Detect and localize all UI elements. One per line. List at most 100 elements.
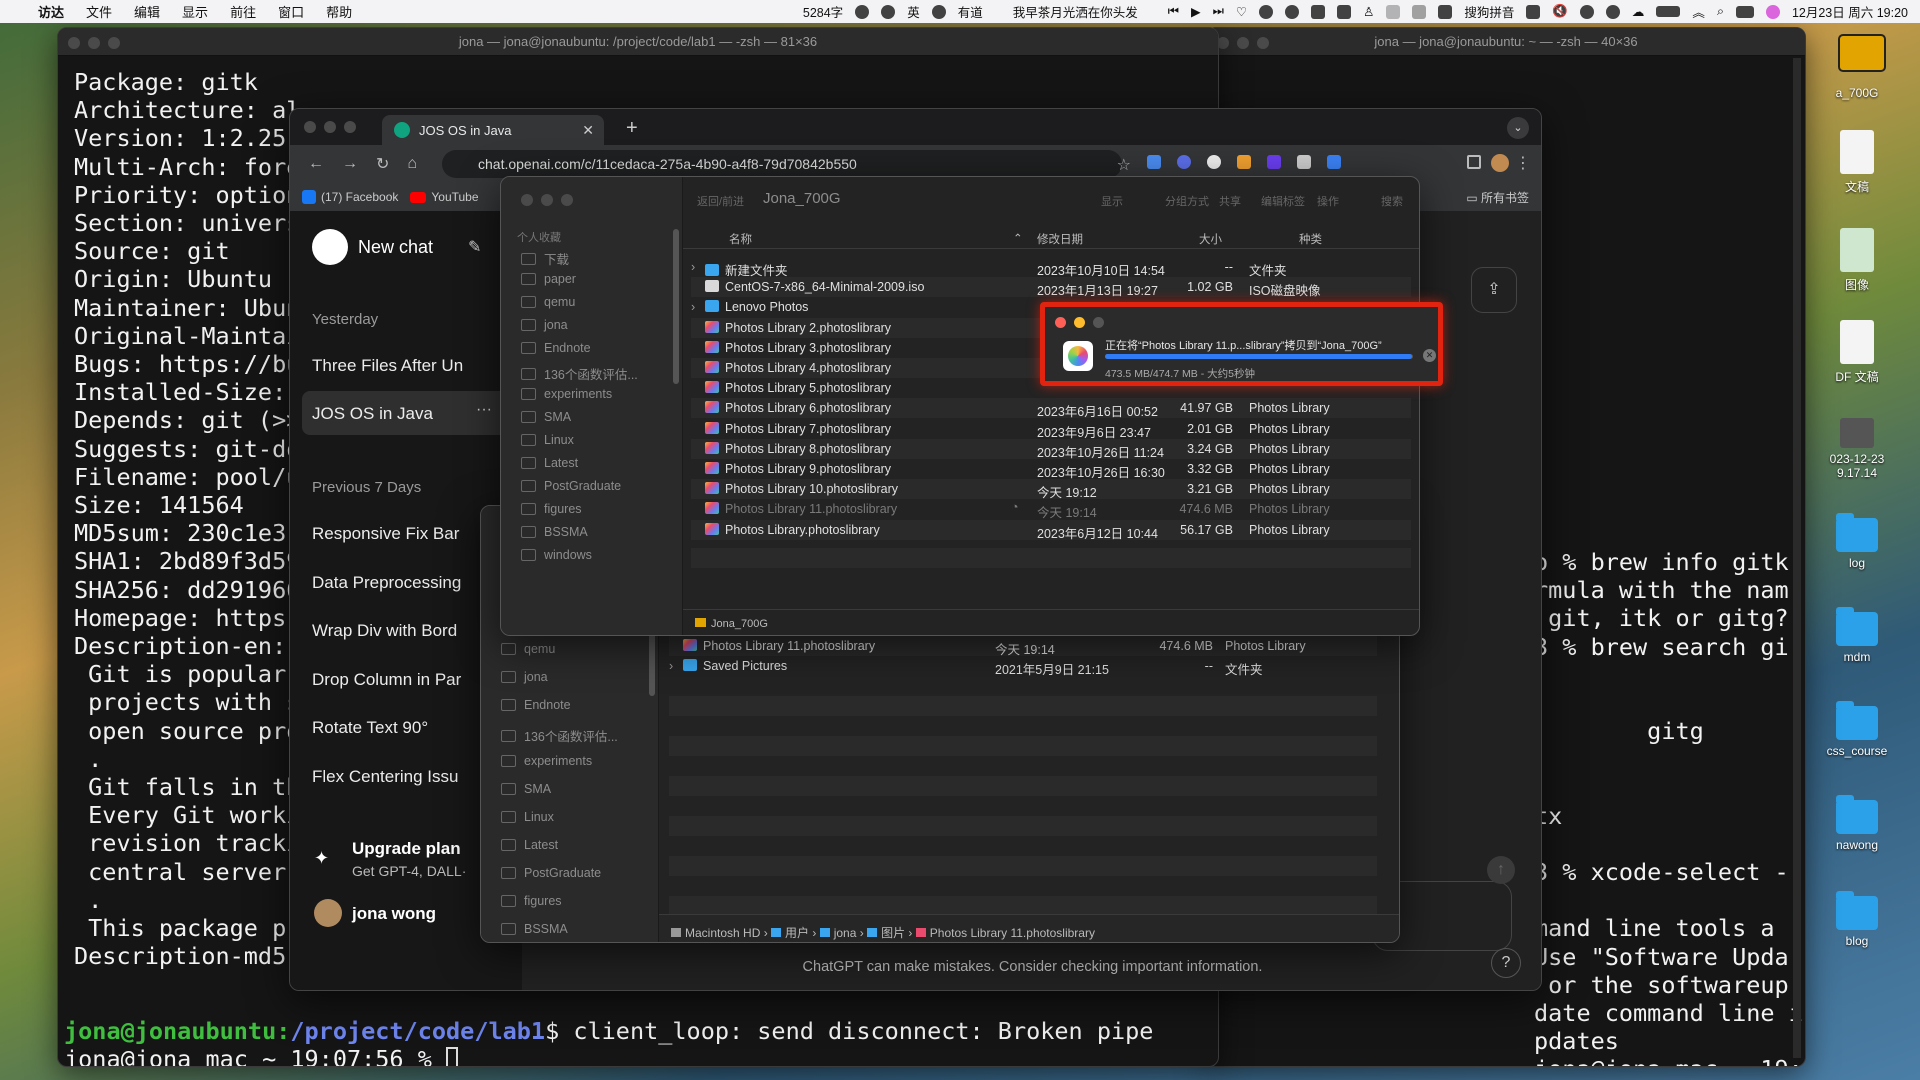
minimize-button[interactable] — [541, 194, 553, 206]
extension-icon[interactable] — [1327, 155, 1341, 169]
control-center-icon[interactable] — [1735, 5, 1754, 18]
sidebar-item[interactable]: 136个函数评估... — [521, 364, 638, 383]
copy-progress-dialog[interactable]: 正在将“Photos Library 11.p...slibrary”拷贝到“J… — [1040, 302, 1443, 386]
sidebar-item[interactable]: jona — [501, 670, 548, 684]
tab-strip[interactable]: JOS OS in Java ✕ + ⌄ — [290, 109, 1541, 145]
desktop-item-pdf[interactable]: DF 文稿 — [1822, 320, 1892, 385]
siri-icon[interactable] — [1765, 4, 1780, 19]
bookmark-facebook[interactable]: (17) Facebook — [302, 190, 398, 204]
play-icon[interactable]: ▶ — [1191, 4, 1201, 19]
desktop-item-screenshot[interactable]: 023-12-23 9.17.14 — [1822, 418, 1892, 480]
clock-datetime[interactable]: 12月23日 周六 19:20 — [1792, 2, 1908, 21]
column-date[interactable]: 修改日期 — [1037, 231, 1083, 247]
now-playing-song[interactable]: 我早茶月光洒在你头发 — [1013, 2, 1138, 21]
menu-help[interactable]: 帮助 — [326, 2, 352, 21]
menu-file[interactable]: 文件 — [86, 2, 112, 21]
drive-icon[interactable] — [1838, 34, 1886, 72]
upgrade-plan-button[interactable]: Upgrade plan — [352, 839, 461, 859]
toolbar-tags-button[interactable]: 编辑标签 — [1261, 193, 1305, 209]
chat-history-item[interactable]: Drop Column in Par — [312, 670, 497, 690]
minimize-button[interactable] — [88, 37, 100, 49]
sidebar-item[interactable]: experiments — [501, 754, 592, 768]
desktop-folder-css-course[interactable]: css_course — [1822, 701, 1892, 758]
sidebar-item[interactable]: experiments — [521, 387, 612, 401]
sidebar-item[interactable]: Linux — [501, 810, 554, 824]
all-bookmarks[interactable]: ▭ 所有书签 — [1466, 189, 1529, 206]
send-icon[interactable]: ↑ — [1487, 856, 1515, 884]
minimize-button[interactable] — [1074, 317, 1085, 328]
face-icon[interactable] — [855, 4, 870, 19]
new-tab-button[interactable]: + — [626, 117, 638, 140]
sidebar-item[interactable]: qemu — [521, 295, 575, 309]
close-button[interactable] — [1055, 317, 1066, 328]
sort-chevron-icon[interactable]: ⌃ — [1013, 231, 1023, 245]
zoom-button[interactable] — [108, 37, 120, 49]
more-menu-icon[interactable]: ⋮ — [1515, 153, 1531, 173]
finder-window-front[interactable]: 个人收藏 下载 paper qemu jona Endnote 136个函数评估... ex… — [500, 176, 1420, 636]
sidebar-item[interactable]: Endnote — [521, 341, 591, 355]
sidebar-item[interactable]: PostGraduate — [521, 479, 621, 493]
sogou-label[interactable]: 搜狗拼音 — [1464, 2, 1514, 21]
sidebar-item[interactable]: BSSMA — [501, 922, 568, 936]
tab-active[interactable]: JOS OS in Java ✕ — [382, 115, 604, 145]
user-name[interactable]: jona wong — [352, 904, 436, 924]
stop-copy-icon[interactable]: ✕ — [1423, 349, 1436, 362]
battery-icon[interactable] — [1656, 6, 1681, 17]
desktop-item-images[interactable]: 图像 — [1822, 228, 1892, 293]
column-kind[interactable]: 种类 — [1299, 231, 1322, 247]
menu-app-name[interactable]: 访达 — [38, 2, 64, 21]
grammarly-icon[interactable] — [931, 4, 946, 19]
user-circle-icon[interactable] — [1605, 4, 1620, 19]
file-row[interactable]: Photos Library 8.photoslibrary 2023年10月26… — [691, 438, 1411, 460]
next-track-icon[interactable]: ⏭ — [1213, 4, 1224, 19]
toolbar-search-button[interactable]: 搜索 — [1381, 193, 1403, 209]
play-circle-icon[interactable] — [1579, 4, 1594, 19]
close-button[interactable] — [68, 37, 80, 49]
file-row[interactable]: Photos Library 11.photoslibrary 今天 19:14 4… — [669, 636, 1377, 657]
extension-icon[interactable] — [1177, 155, 1191, 169]
wechat-icon[interactable] — [1311, 4, 1326, 19]
menu-edit[interactable]: 编辑 — [134, 2, 160, 21]
sidebar-item[interactable]: windows — [521, 548, 592, 562]
sidebar-item[interactable]: Endnote — [501, 698, 571, 712]
music-icon[interactable] — [1259, 4, 1274, 19]
sidebar-scrollbar[interactable] — [673, 229, 679, 384]
minimize-button[interactable] — [324, 121, 336, 133]
column-size[interactable]: 大小 — [1199, 231, 1222, 247]
file-row[interactable]: Photos Library 10.photoslibrary 今天 19:12 3… — [691, 479, 1411, 500]
sidebar-item[interactable]: qemu — [501, 642, 555, 656]
compose-icon[interactable]: ✎ — [468, 237, 481, 257]
path-segment[interactable]: Macintosh HD — [685, 926, 760, 940]
path-segment[interactable]: jona — [834, 926, 857, 940]
menu-view[interactable]: 显示 — [182, 2, 208, 21]
more-options-icon[interactable]: ··· — [476, 401, 492, 419]
file-row[interactable]: CentOS-7-x86_64-Minimal-2009.iso 2023年1月1… — [691, 277, 1411, 298]
chat-history-item[interactable]: Responsive Fix Bar — [312, 524, 497, 544]
back-forward-buttons[interactable]: 返回/前进 — [697, 193, 744, 209]
input-method-indicator[interactable]: 英 — [907, 2, 920, 21]
toolbar-view-button[interactable]: 显示 — [1101, 193, 1123, 209]
sogou-icon[interactable] — [1438, 4, 1453, 19]
bell-icon[interactable] — [1285, 4, 1300, 19]
sidebar-item[interactable]: paper — [521, 272, 576, 286]
sidebar-item[interactable]: Latest — [501, 838, 558, 852]
terminal-current-prompt[interactable]: jona@jona_mac ~ 19:07:56 % — [58, 1033, 459, 1066]
file-row[interactable]: › 新建文件夹 2023年10月10日 14:54 -- 文件夹 — [691, 257, 1411, 278]
path-segment[interactable]: 图片 — [881, 926, 905, 940]
chat-history-item[interactable]: Three Files After Un — [312, 356, 497, 376]
chat-history-item[interactable]: Data Preprocessing — [312, 573, 497, 593]
zoom-button[interactable] — [561, 194, 573, 206]
desktop-folder-blog[interactable]: blog — [1822, 891, 1892, 948]
close-tab-icon[interactable]: ✕ — [582, 122, 594, 139]
heart-icon[interactable]: ♡ — [1236, 4, 1247, 19]
zoom-button[interactable] — [1257, 37, 1269, 49]
desktop-folder-log[interactable]: log — [1822, 513, 1892, 570]
sidebar-item[interactable]: jona — [521, 318, 568, 332]
figure-icon[interactable]: ♙ — [1363, 4, 1374, 19]
side-panel-icon[interactable] — [1467, 155, 1481, 169]
sidebar-item[interactable]: 下载 — [521, 249, 569, 268]
extension-icon[interactable] — [1267, 155, 1281, 169]
close-button[interactable] — [304, 121, 316, 133]
desktop-item-documents[interactable]: 文稿 — [1822, 130, 1892, 195]
scrollbar[interactable] — [1793, 58, 1801, 1058]
